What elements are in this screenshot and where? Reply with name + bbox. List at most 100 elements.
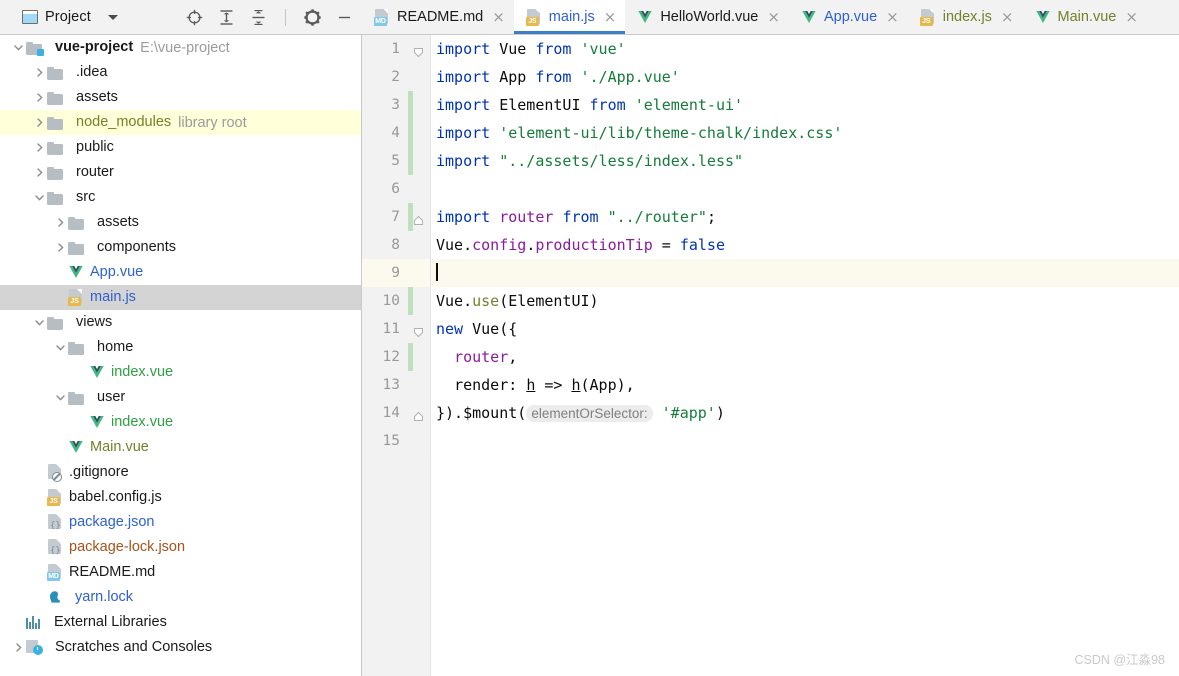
- vcs-change-marker: [408, 91, 413, 119]
- chevron-right-icon[interactable]: [52, 240, 68, 256]
- code-line-13[interactable]: 13 render: h => h(App),: [362, 371, 1179, 399]
- fold-open-icon[interactable]: [413, 43, 424, 58]
- tree-item-babel-config-js[interactable]: JS babel.config.js: [0, 485, 361, 510]
- chevron-down-icon[interactable]: [107, 14, 118, 20]
- editor-tab-index-js[interactable]: JS index.js ×: [908, 0, 1023, 34]
- tree-item-external-libraries[interactable]: External Libraries: [0, 610, 361, 635]
- chevron-right-icon[interactable]: [52, 215, 68, 231]
- project-title-group[interactable]: Project: [22, 9, 118, 25]
- chevron-right-icon[interactable]: [31, 165, 47, 181]
- close-icon[interactable]: ×: [886, 9, 899, 25]
- tree-item-src[interactable]: src: [0, 185, 361, 210]
- tree-item-main-js[interactable]: JS main.js: [0, 285, 361, 310]
- fold-open-icon[interactable]: [413, 323, 424, 338]
- editor-tab-main-vue[interactable]: Main.vue ×: [1023, 0, 1147, 34]
- tree-item-index-vue[interactable]: index.vue: [0, 360, 361, 385]
- hide-panel-icon[interactable]: [335, 8, 354, 27]
- close-icon[interactable]: ×: [604, 9, 617, 25]
- tree-item-readme-md[interactable]: MD README.md: [0, 560, 361, 585]
- code-line-3[interactable]: 3 import ElementUI from 'element-ui': [362, 91, 1179, 119]
- tree-item-public[interactable]: public: [0, 135, 361, 160]
- tree-item-assets[interactable]: assets: [0, 210, 361, 235]
- code-token: config: [472, 236, 527, 254]
- folder-icon: [47, 316, 64, 330]
- line-number: 2: [391, 69, 400, 85]
- tree-item-components[interactable]: components: [0, 235, 361, 260]
- tree-item-label: vue-project: [55, 39, 134, 56]
- code-line-11[interactable]: 11 new Vue({: [362, 315, 1179, 343]
- chevron-right-icon[interactable]: [10, 640, 26, 656]
- code-line-1[interactable]: 1 import Vue from 'vue': [362, 35, 1179, 63]
- project-toolbar: Project: [0, 0, 362, 35]
- tree-item-app-vue[interactable]: App.vue: [0, 260, 361, 285]
- chevron-down-icon[interactable]: [10, 40, 26, 56]
- project-tree-pane[interactable]: vue-project E:\vue-project .idea assets node…: [0, 35, 362, 676]
- tree-item-vue-project[interactable]: vue-project E:\vue-project: [0, 35, 361, 60]
- editor-tab-app-vue[interactable]: App.vue ×: [789, 0, 908, 34]
- code-line-6[interactable]: 6: [362, 175, 1179, 203]
- tree-item-views[interactable]: views: [0, 310, 361, 335]
- chevron-right-icon[interactable]: [31, 65, 47, 81]
- code-line-2[interactable]: 2 import App from './App.vue': [362, 63, 1179, 91]
- chevron-right-icon[interactable]: [31, 115, 47, 131]
- code-line-12[interactable]: 12 router,: [362, 343, 1179, 371]
- folder-icon: [68, 241, 85, 255]
- tree-item-package-lock-json[interactable]: {} package-lock.json: [0, 535, 361, 560]
- tree-item-assets[interactable]: assets: [0, 85, 361, 110]
- editor-tab-helloworld-vue[interactable]: HelloWorld.vue ×: [625, 0, 789, 34]
- tree-item-user[interactable]: user: [0, 385, 361, 410]
- watermark: CSDN @江淼98: [1074, 653, 1166, 667]
- chevron-down-icon[interactable]: [52, 340, 68, 356]
- tree-item-router[interactable]: router: [0, 160, 361, 185]
- close-icon[interactable]: ×: [492, 9, 505, 25]
- tree-item-label: External Libraries: [54, 614, 167, 631]
- tree-item--idea[interactable]: .idea: [0, 60, 361, 85]
- tree-item-main-vue[interactable]: Main.vue: [0, 435, 361, 460]
- close-icon[interactable]: ×: [1125, 9, 1138, 25]
- line-number: 13: [382, 377, 400, 393]
- tree-item-package-json[interactable]: {} package.json: [0, 510, 361, 535]
- expand-all-icon[interactable]: [217, 8, 236, 27]
- editor-tab-readme-md[interactable]: MD README.md ×: [362, 0, 514, 34]
- tree-item-label: .gitignore: [69, 464, 129, 481]
- close-icon[interactable]: ×: [1001, 9, 1014, 25]
- code-editor[interactable]: 1 import Vue from 'vue' 2 import App from '…: [362, 35, 1179, 676]
- code-line-5[interactable]: 5 import "../assets/less/index.less": [362, 147, 1179, 175]
- collapse-all-icon[interactable]: [249, 8, 268, 27]
- settings-gear-icon[interactable]: [303, 8, 322, 27]
- tree-item-icon: [47, 141, 70, 155]
- tree-item-scratches-and-consoles[interactable]: Scratches and Consoles: [0, 635, 361, 660]
- tree-item-icon: JS: [47, 489, 63, 506]
- code-line-14[interactable]: 14}).$mount(elementOrSelector: '#app'): [362, 399, 1179, 427]
- code-token: router: [454, 348, 509, 366]
- vue-file-icon: [1035, 9, 1051, 26]
- chevron-down-icon[interactable]: [31, 315, 47, 331]
- tree-item-label: README.md: [69, 564, 156, 581]
- fold-close-icon[interactable]: [413, 407, 424, 421]
- chevron-down-icon[interactable]: [31, 190, 47, 206]
- chevron-down-icon[interactable]: [52, 390, 68, 406]
- code-line-8[interactable]: 8 Vue.config.productionTip = false: [362, 231, 1179, 259]
- tree-item-node-modules[interactable]: node_modules library root: [0, 110, 361, 135]
- fold-close-icon[interactable]: [413, 211, 424, 225]
- code-line-4[interactable]: 4 import 'element-ui/lib/theme-chalk/inde…: [362, 119, 1179, 147]
- tree-item-home[interactable]: home: [0, 335, 361, 360]
- code-line-7[interactable]: 7 import router from "../router";: [362, 203, 1179, 231]
- close-icon[interactable]: ×: [767, 9, 780, 25]
- line-number: 8: [391, 237, 400, 253]
- locate-icon[interactable]: [185, 8, 204, 27]
- tree-item-note: E:\vue-project: [140, 39, 230, 56]
- chevron-right-icon[interactable]: [31, 140, 47, 156]
- code-line-9[interactable]: 9: [362, 259, 1179, 287]
- code-line-15[interactable]: 15: [362, 427, 1179, 455]
- tab-label: index.js: [942, 8, 992, 25]
- tab-label: main.js: [548, 8, 595, 25]
- editor-tab-main-js[interactable]: JS main.js ×: [513, 0, 626, 34]
- code-line-10[interactable]: 10 Vue.use(ElementUI): [362, 287, 1179, 315]
- tree-item-yarn-lock[interactable]: yarn.lock: [0, 585, 361, 610]
- tree-item-index-vue[interactable]: index.vue: [0, 410, 361, 435]
- tree-item--gitignore[interactable]: .gitignore: [0, 460, 361, 485]
- code-token: ,: [508, 348, 518, 366]
- chevron-right-icon[interactable]: [31, 90, 47, 106]
